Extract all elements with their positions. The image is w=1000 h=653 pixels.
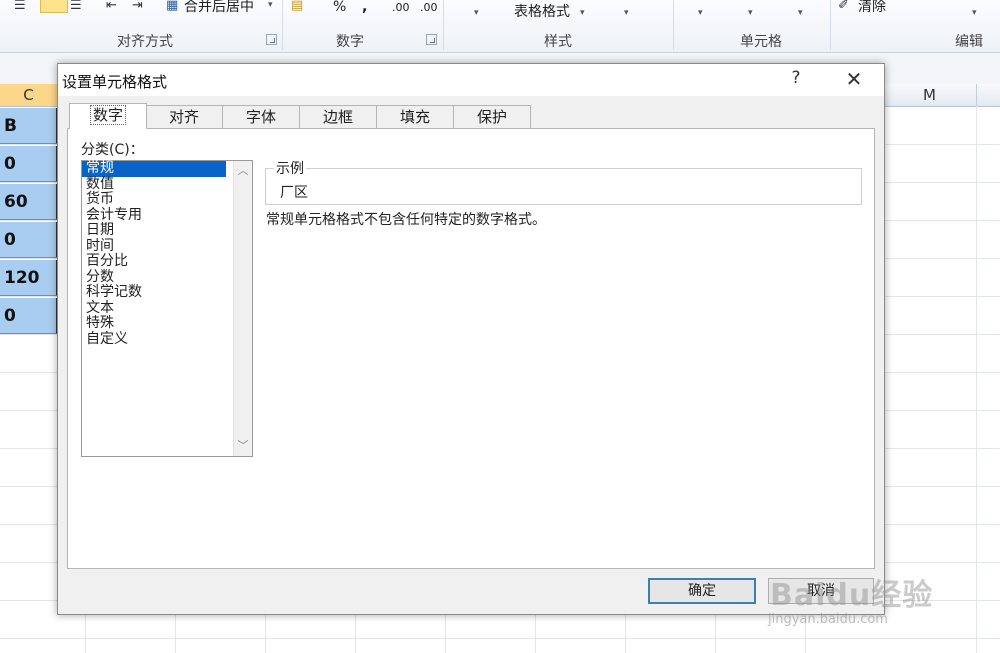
align-left-icon[interactable]: ☰ [14,0,26,12]
align-right-icon[interactable]: ☰ [70,0,82,12]
tab-fill[interactable]: 填充 [376,105,454,128]
cell-styles-dropdown-icon[interactable]: ▾ [624,8,629,18]
increase-indent-icon[interactable]: ⇥ [132,0,143,12]
column-header-c[interactable]: C [0,84,58,107]
scroll-down-icon[interactable]: ﹀ [234,438,252,454]
percent-button[interactable]: % [333,0,346,14]
sample-box [265,168,862,205]
number-tab-panel: 分类(C)： 常规 数值 货币 会计专用 日期 时间 百分比 分数 科学记数 文… [67,128,875,569]
sample-value: 厂区 [280,185,308,201]
category-item-percentage[interactable]: 百分比 [82,253,252,270]
tab-font[interactable]: 字体 [222,105,300,128]
category-item-time[interactable]: 时间 [82,238,252,255]
cell-c3[interactable]: 0 [0,146,58,182]
group-separator [673,0,674,50]
cell-c4[interactable]: 60 [0,184,58,220]
tab-protection[interactable]: 保护 [453,105,531,128]
baidu-watermark: Baidu经验 [770,578,934,613]
dialog-titlebar[interactable]: 设置单元格格式 ? ✕ [58,64,884,96]
category-item-date[interactable]: 日期 [82,222,252,239]
close-button[interactable]: ✕ [842,67,866,91]
sample-legend: 示例 [274,158,306,178]
number-launcher-icon[interactable] [426,34,437,45]
tab-number[interactable]: 数字 [69,103,147,129]
ok-button[interactable]: 确定 [648,578,756,604]
baidu-watermark-url: jingyan.baidu.com [768,612,888,627]
tab-border[interactable]: 边框 [299,105,377,128]
decrease-decimal-button[interactable]: .00 [420,1,438,15]
group-separator [830,0,831,50]
category-item-special[interactable]: 特殊 [82,315,252,332]
merge-center-button[interactable]: 合并后居中 [184,0,254,14]
category-scrollbar[interactable]: ︿ ﹀ [233,161,252,456]
column-header-m[interactable]: M [883,84,977,107]
align-center-button[interactable] [40,0,68,13]
tab-number-label: 数字 [89,105,126,125]
cell-c7[interactable]: 0 [0,298,58,334]
category-item-custom[interactable]: 自定义 [82,331,252,348]
category-item-currency[interactable]: 货币 [82,191,252,208]
format-description: 常规单元格格式不包含任何特定的数字格式。 [266,212,546,228]
merge-center-icon[interactable]: ▦ [166,0,178,12]
cell-c6[interactable]: 120 [0,260,58,296]
scroll-up-icon[interactable]: ︿ [234,163,252,179]
increase-decimal-button[interactable]: .00 [392,1,410,15]
category-item-general[interactable]: 常规 [82,160,226,177]
group-label-styles: 样式 [544,34,572,50]
category-item-accounting[interactable]: 会计专用 [82,207,252,224]
group-separator [443,0,444,50]
category-listbox[interactable]: 常规 数值 货币 会计专用 日期 时间 百分比 分数 科学记数 文本 特殊 自定… [81,160,253,457]
table-format-button[interactable]: 表格格式 [514,5,570,19]
conditional-format-dropdown-icon[interactable]: ▾ [474,8,479,18]
find-dropdown-icon[interactable]: ▾ [972,8,977,18]
category-item-text[interactable]: 文本 [82,300,252,317]
cell-c5[interactable]: 0 [0,222,58,258]
decrease-indent-icon[interactable]: ⇤ [106,0,117,12]
insert-dropdown-icon[interactable]: ▾ [698,8,703,18]
category-label: 分类(C)： [81,142,144,158]
eraser-icon[interactable]: ✐ [838,0,849,12]
merge-dropdown-icon[interactable]: ▾ [268,0,273,10]
cell-c2[interactable]: B [0,108,58,144]
help-button[interactable]: ? [786,68,806,88]
group-label-editing: 编辑 [955,34,983,50]
ribbon: ☰ ☰ ⇤ ⇥ ▦ 合并后居中 ▾ ▤ % , .00 .00 ▾ 表格格式 ▾… [0,0,1000,53]
category-item-fraction[interactable]: 分数 [82,269,252,286]
format-cells-dialog: 设置单元格格式 ? ✕ 数字 对齐 字体 边框 填充 保护 分类(C)： 常规 … [57,63,885,615]
clear-button[interactable]: 清除 [858,0,886,14]
tab-alignment[interactable]: 对齐 [145,105,223,128]
alignment-launcher-icon[interactable] [266,34,277,45]
format-dropdown-icon[interactable]: ▾ [798,8,803,18]
group-label-number: 数字 [336,34,364,50]
table-format-dropdown-icon[interactable]: ▾ [580,8,585,18]
group-separator [282,0,283,50]
dialog-title: 设置单元格格式 [62,73,168,91]
column-header-n[interactable] [977,84,1000,107]
group-label-alignment: 对齐方式 [117,34,173,50]
delete-dropdown-icon[interactable]: ▾ [748,8,753,18]
comma-button[interactable]: , [362,0,367,14]
category-item-scientific[interactable]: 科学记数 [82,284,252,301]
currency-icon[interactable]: ▤ [291,0,303,12]
group-label-cells: 单元格 [740,34,782,50]
category-item-number[interactable]: 数值 [82,176,252,193]
